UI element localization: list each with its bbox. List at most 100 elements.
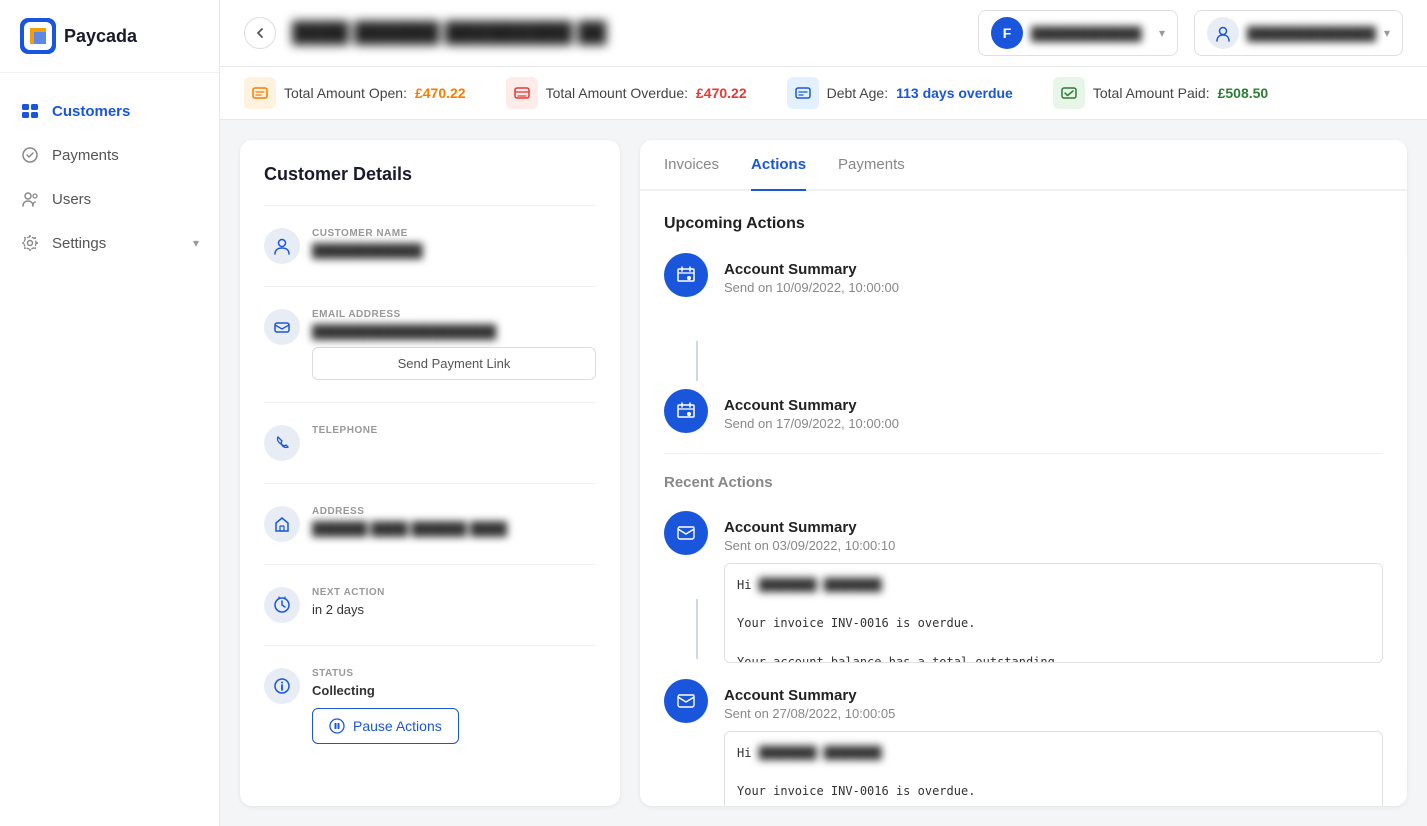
preview-line-3: Your account balance has a total outstan… bbox=[737, 653, 1370, 663]
divider-3 bbox=[264, 402, 596, 403]
customer-status-row: STATUS Collecting Pause Actions bbox=[264, 660, 596, 752]
upcoming-item-2: Account Summary Send on 17/09/2022, 10:0… bbox=[664, 389, 1383, 433]
recent-item-1-content: Account Summary Sent on 03/09/2022, 10:0… bbox=[724, 511, 1383, 663]
topbar: ████ ██████ █████████ ██ F ████████████ … bbox=[220, 0, 1427, 67]
customer-address-value: ██████ ████ ██████ ████ bbox=[312, 521, 596, 536]
pause-icon bbox=[329, 718, 345, 734]
recent-item-1-title: Account Summary bbox=[724, 519, 1383, 536]
divider-5 bbox=[264, 564, 596, 565]
sidebar-item-payments-label: Payments bbox=[52, 147, 119, 164]
section-divider-1 bbox=[664, 453, 1383, 454]
upcoming-item-2-detail: Send on 17/09/2022, 10:00:00 bbox=[724, 416, 1383, 431]
stat-open: Total Amount Open: £470.22 bbox=[244, 77, 466, 109]
customer-name-value: ████████████ bbox=[312, 243, 596, 258]
upcoming-info-1: Account Summary Send on 10/09/2022, 10:0… bbox=[724, 253, 1383, 381]
nav: Customers Payments Users bbox=[0, 73, 219, 826]
preview-line-2: Your invoice INV-0016 is overdue. bbox=[737, 614, 1370, 633]
customer-address-row: ADDRESS ██████ ████ ██████ ████ bbox=[264, 498, 596, 550]
tab-payments-label: Payments bbox=[838, 156, 905, 173]
stat-paid-value: £508.50 bbox=[1218, 85, 1269, 101]
stat-open-value: £470.22 bbox=[415, 85, 466, 101]
tab-invoices[interactable]: Invoices bbox=[664, 140, 719, 191]
sidebar-item-users[interactable]: Users bbox=[0, 177, 219, 221]
customer-name-label: CUSTOMER NAME bbox=[312, 228, 596, 239]
actions-panel: Invoices Actions Payments Upcoming Actio… bbox=[640, 140, 1407, 806]
customer-telephone-label: TELEPHONE bbox=[312, 425, 596, 436]
customer-name-row: CUSTOMER NAME ████████████ bbox=[264, 220, 596, 272]
upcoming-info-2: Account Summary Send on 17/09/2022, 10:0… bbox=[724, 389, 1383, 433]
send-payment-link-button[interactable]: Send Payment Link bbox=[312, 347, 596, 380]
tab-payments[interactable]: Payments bbox=[838, 140, 905, 191]
sidebar-item-users-label: Users bbox=[52, 191, 91, 208]
upcoming-title: Upcoming Actions bbox=[664, 215, 1383, 233]
logo: Paycada bbox=[0, 0, 219, 73]
stat-debt-label: Debt Age: bbox=[827, 85, 889, 101]
tab-actions-label: Actions bbox=[751, 156, 806, 173]
upcoming-item-1-detail: Send on 10/09/2022, 10:00:00 bbox=[724, 280, 1383, 295]
pause-actions-label: Pause Actions bbox=[353, 718, 442, 734]
tabs-row: Invoices Actions Payments bbox=[640, 140, 1407, 191]
stat-overdue: Total Amount Overdue: £470.22 bbox=[506, 77, 747, 109]
tab-invoices-label: Invoices bbox=[664, 156, 719, 173]
recent-item-2: Account Summary Sent on 27/08/2022, 10:0… bbox=[664, 679, 1383, 806]
divider-6 bbox=[264, 645, 596, 646]
account-chevron-icon: ▾ bbox=[1159, 26, 1165, 40]
customer-email-label: EMAIL ADDRESS bbox=[312, 309, 596, 320]
sidebar-item-settings[interactable]: Settings ▾ bbox=[0, 221, 219, 265]
stat-paid: Total Amount Paid: £508.50 bbox=[1053, 77, 1268, 109]
customer-next-action-label: NEXT ACTION bbox=[312, 587, 596, 598]
info-icon bbox=[264, 668, 300, 704]
divider-4 bbox=[264, 483, 596, 484]
sidebar-item-settings-label: Settings bbox=[52, 235, 106, 252]
customer-status-value: Collecting bbox=[312, 683, 596, 698]
account-avatar: F bbox=[991, 17, 1023, 49]
sidebar-item-customers[interactable]: Customers bbox=[0, 89, 219, 133]
recent-item-2-content: Account Summary Sent on 27/08/2022, 10:0… bbox=[724, 679, 1383, 806]
stat-debt-value: 113 days overdue bbox=[896, 85, 1013, 101]
recent-item-2-preview: Hi ████████ ████████ Your invoice INV-00… bbox=[724, 731, 1383, 806]
recent-connector-1 bbox=[696, 599, 698, 659]
content-area: Customer Details CUSTOMER NAME █████████… bbox=[220, 120, 1427, 826]
logo-icon bbox=[20, 18, 56, 54]
pause-actions-button[interactable]: Pause Actions bbox=[312, 708, 459, 744]
page-title: ████ ██████ █████████ ██ bbox=[292, 22, 962, 45]
stat-open-icon bbox=[244, 77, 276, 109]
upcoming-item-1: Account Summary Send on 10/09/2022, 10:0… bbox=[664, 253, 1383, 381]
settings-icon bbox=[20, 233, 40, 253]
stat-overdue-label: Total Amount Overdue: bbox=[546, 85, 688, 101]
recent-item-1-preview: Hi ████████ ████████ Your invoice INV-00… bbox=[724, 563, 1383, 663]
recent-icon-1 bbox=[664, 511, 708, 555]
sidebar-item-payments[interactable]: Payments bbox=[0, 133, 219, 177]
email-icon bbox=[264, 309, 300, 345]
schedule-icon bbox=[264, 587, 300, 623]
payments-icon bbox=[20, 145, 40, 165]
customer-telephone-row: TELEPHONE bbox=[264, 417, 596, 469]
account-name: ████████████ bbox=[1031, 26, 1151, 41]
brand-name: Paycada bbox=[64, 26, 137, 47]
customer-email-value: ████████████████████ bbox=[312, 324, 596, 339]
stat-overdue-icon bbox=[506, 77, 538, 109]
recent-item-2-title: Account Summary bbox=[724, 687, 1383, 704]
user-name: ██████████████ bbox=[1247, 26, 1376, 41]
upcoming-icon-1 bbox=[664, 253, 708, 297]
customer-name-content: CUSTOMER NAME ████████████ bbox=[312, 228, 596, 258]
connector-1 bbox=[696, 341, 698, 381]
account-selector[interactable]: F ████████████ ▾ bbox=[978, 10, 1178, 56]
stat-paid-icon bbox=[1053, 77, 1085, 109]
back-button[interactable] bbox=[244, 17, 276, 49]
user-chevron-icon: ▾ bbox=[1384, 26, 1390, 40]
tab-actions[interactable]: Actions bbox=[751, 140, 806, 191]
recent-item-2-preview-line2: Your invoice INV-0016 is overdue. bbox=[737, 782, 1370, 801]
sidebar-item-customers-label: Customers bbox=[52, 103, 130, 120]
phone-icon bbox=[264, 425, 300, 461]
user-selector[interactable]: ██████████████ ▾ bbox=[1194, 10, 1403, 56]
customer-telephone-content: TELEPHONE bbox=[312, 425, 596, 440]
stat-debt-icon bbox=[787, 77, 819, 109]
sidebar: Paycada Customers Payments bbox=[0, 0, 220, 826]
main-content: ████ ██████ █████████ ██ F ████████████ … bbox=[220, 0, 1427, 826]
customer-status-label: STATUS bbox=[312, 668, 596, 679]
settings-chevron-icon: ▾ bbox=[193, 236, 199, 250]
divider-2 bbox=[264, 286, 596, 287]
customer-details-panel: Customer Details CUSTOMER NAME █████████… bbox=[240, 140, 620, 806]
home-icon bbox=[264, 506, 300, 542]
